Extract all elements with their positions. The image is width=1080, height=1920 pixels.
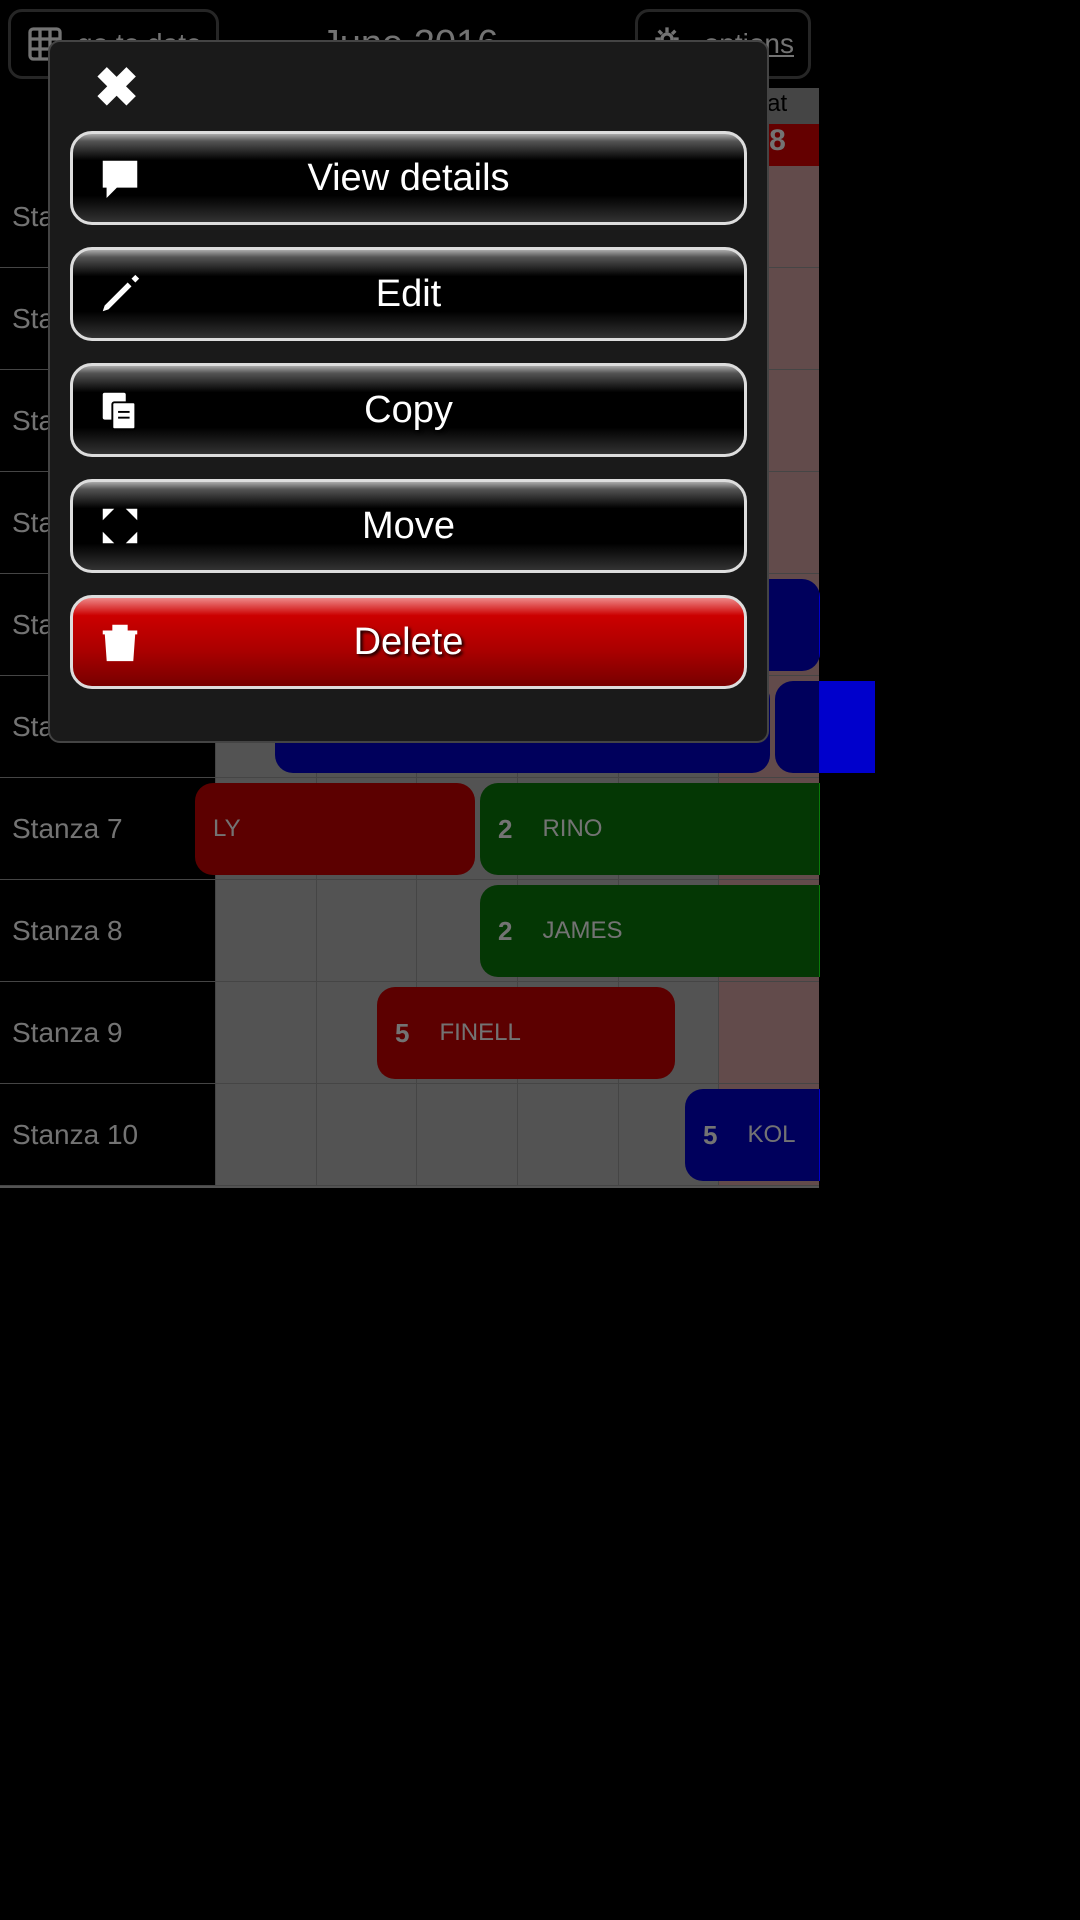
view-details-button[interactable]: View details [70,131,747,225]
move-button[interactable]: Move [70,479,747,573]
arrows-expand-icon [97,503,143,549]
copy-label: Copy [364,389,453,432]
close-button[interactable]: ✖ [94,56,747,119]
trash-icon [97,619,143,665]
delete-button[interactable]: Delete [70,595,747,689]
edit-button[interactable]: Edit [70,247,747,341]
copy-icon [97,387,143,433]
edit-label: Edit [376,273,441,316]
context-menu-modal: ✖ View details Edit Copy Move Delete [48,40,769,743]
view-details-label: View details [307,157,509,200]
delete-label: Delete [354,621,464,664]
copy-button[interactable]: Copy [70,363,747,457]
move-label: Move [362,505,455,548]
pencil-icon [97,271,143,317]
speech-bubble-icon [97,155,143,201]
